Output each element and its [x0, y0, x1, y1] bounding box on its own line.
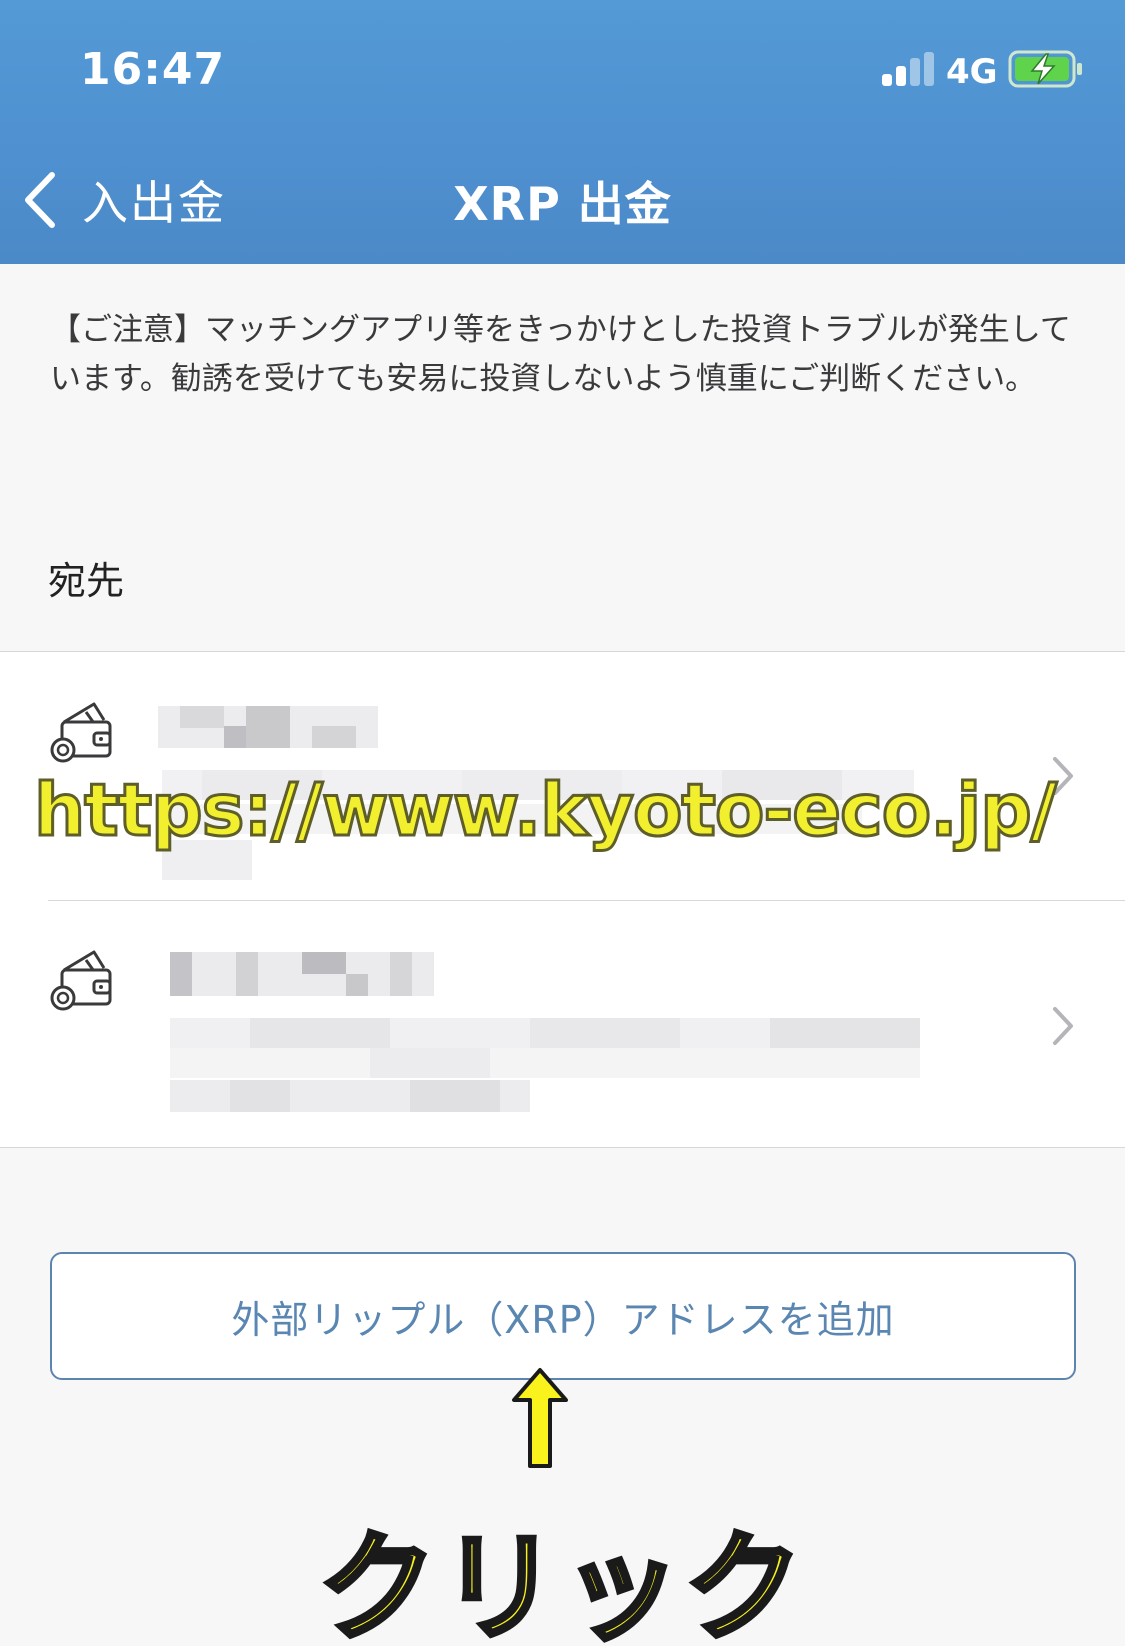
blurred-address-name	[170, 952, 434, 996]
arrow-up-icon	[512, 1368, 568, 1468]
battery-charging-icon	[1008, 50, 1082, 88]
click-annotation: クリック	[316, 1517, 807, 1646]
blurred-address-detail	[170, 1018, 920, 1138]
status-time: 16:47	[80, 44, 226, 95]
destination-label: 宛先	[48, 559, 125, 603]
header-bar: 16:47 4G 入出金 XRP 出金	[0, 0, 1125, 264]
blurred-address-name	[158, 706, 378, 748]
wallet-icon	[50, 950, 112, 1011]
chevron-right-icon	[1053, 1007, 1073, 1045]
caution-notice: 【ご注意】マッチングアプリ等をきっかけとした投資トラブルが発生しています。勧誘を…	[50, 312, 1071, 397]
network-type: 4G	[946, 52, 998, 92]
address-item[interactable]	[0, 900, 1125, 1148]
address-list	[0, 651, 1125, 1148]
watermark-url: https://www.kyoto-eco.jp/	[33, 767, 1059, 854]
xrp-withdraw-screen: 16:47 4G 入出金 XRP 出金 【ご注意】マッチングアプリ等をきっかけと…	[0, 0, 1125, 1646]
signal-strength-icon	[882, 52, 936, 86]
page-title: XRP 出金	[453, 177, 672, 231]
wallet-icon	[50, 702, 112, 763]
add-external-xrp-address-button[interactable]: 外部リップル（XRP）アドレスを追加	[50, 1252, 1076, 1380]
